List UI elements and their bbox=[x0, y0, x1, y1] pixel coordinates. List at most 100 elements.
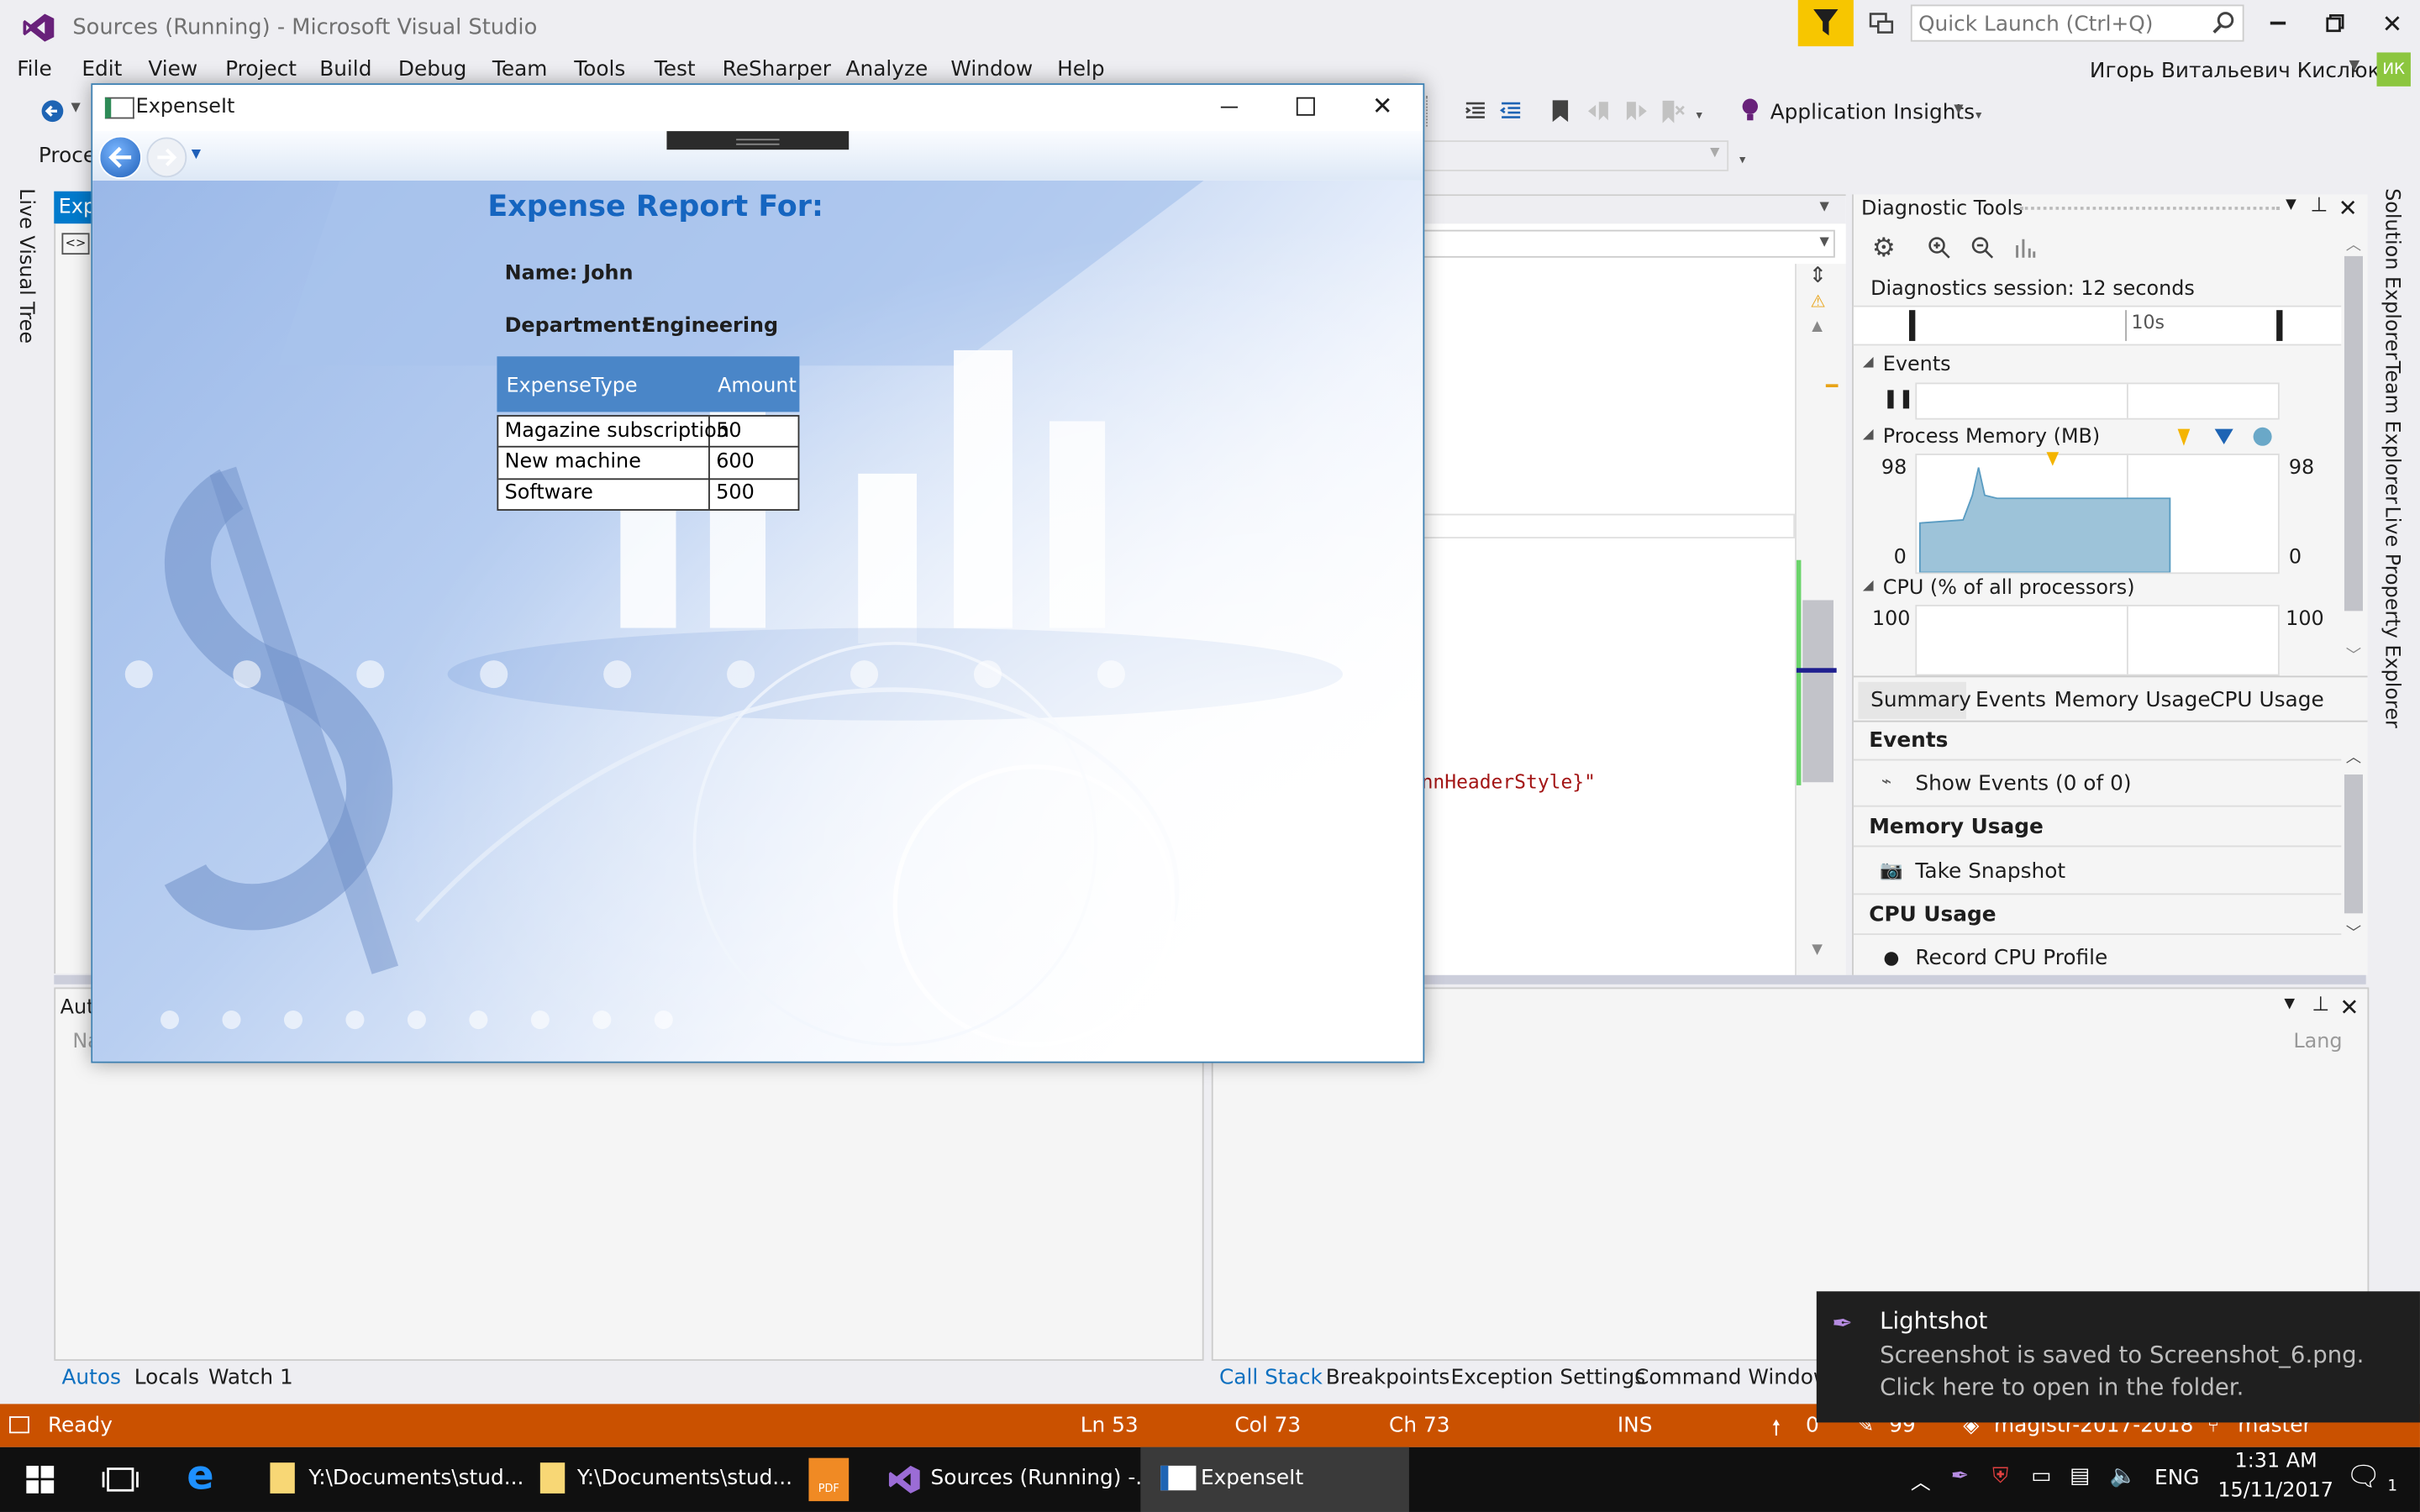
lightshot-notification[interactable]: ✒ Lightshot Screenshot is saved to Scree… bbox=[1816, 1291, 2420, 1423]
expense-data-grid[interactable]: ExpenseType Amount Magazine subscription… bbox=[497, 356, 800, 511]
action-center-icon[interactable]: 🗨 bbox=[2346, 1461, 2381, 1494]
settings-gear-icon[interactable]: ⚙ bbox=[1872, 233, 1896, 264]
feedback-filter-button[interactable] bbox=[1797, 0, 1854, 47]
network-icon[interactable]: ▤ bbox=[2070, 1464, 2090, 1488]
scroll-down-icon[interactable]: ﹀ bbox=[2346, 642, 2361, 664]
scroll-up-icon[interactable]: ︿ bbox=[2346, 743, 2361, 767]
live-property-explorer-tab[interactable]: Live Property Explorer bbox=[2380, 506, 2403, 727]
quick-launch-input[interactable] bbox=[1915, 8, 2215, 42]
live-visual-tree-tab[interactable]: Live Visual Tree bbox=[14, 188, 38, 344]
tab-memory-usage[interactable]: Memory Usage bbox=[2054, 688, 2211, 712]
tab-autos[interactable]: Autos bbox=[61, 1365, 121, 1389]
zoom-out-icon[interactable] bbox=[1970, 236, 1994, 260]
close-button[interactable]: ✕ bbox=[2375, 6, 2409, 39]
toolbar-overflow-icon-3[interactable]: ▾ bbox=[1739, 153, 1745, 167]
task-view-icon[interactable] bbox=[102, 1466, 139, 1494]
minimize-button[interactable] bbox=[2261, 6, 2295, 39]
menu-file[interactable]: File bbox=[17, 57, 51, 81]
scroll-up-icon[interactable]: ▲ bbox=[1812, 319, 1823, 334]
scroll-up-icon[interactable]: ︿ bbox=[2346, 232, 2361, 255]
code-editor[interactable]: ▼ ▼ nnHeaderStyle}" ⇕ ⚠ ▲ ▼ bbox=[1421, 194, 1846, 977]
push-icon[interactable]: 🠕 bbox=[1772, 1413, 1781, 1448]
clock-date[interactable]: 15/11/2017 bbox=[2217, 1479, 2333, 1503]
pdf-app-icon[interactable]: PDF bbox=[808, 1457, 850, 1502]
tab-exception-settings[interactable]: Exception Settings bbox=[1450, 1365, 1645, 1389]
scroll-down-icon[interactable]: ﹀ bbox=[2346, 920, 2361, 942]
timeline-ruler[interactable]: 10s bbox=[1853, 305, 2342, 346]
taskbar-item-explorer-2[interactable]: Y:\Documents\stud... bbox=[522, 1447, 792, 1512]
memory-graph[interactable] bbox=[1915, 452, 2280, 575]
editor-scrollbar[interactable]: ⇕ ⚠ ▲ ▼ bbox=[1795, 264, 1846, 977]
back-dropdown-icon[interactable]: ▼ bbox=[71, 100, 80, 114]
clear-bookmarks-icon[interactable] bbox=[1660, 99, 1685, 123]
bookmark-icon[interactable] bbox=[1549, 99, 1571, 123]
menu-tools[interactable]: Tools bbox=[574, 57, 625, 81]
scroll-thumb[interactable] bbox=[2344, 255, 2363, 612]
xaml-view-icon[interactable]: <> bbox=[61, 233, 90, 255]
tab-overflow-icon[interactable]: ▼ bbox=[1819, 199, 1828, 213]
tab-call-stack[interactable]: Call Stack bbox=[1219, 1365, 1323, 1389]
notifications-icon[interactable] bbox=[1867, 9, 1895, 37]
taskbar-item-visual-studio[interactable]: Sources (Running) -... bbox=[872, 1447, 1155, 1512]
panel-menu-icon[interactable]: ▼ bbox=[2286, 197, 2296, 213]
tab-summary[interactable]: Summary bbox=[1870, 688, 1971, 712]
column-header-amount[interactable]: Amount bbox=[718, 375, 797, 398]
close-icon[interactable]: ✕ bbox=[2338, 194, 2358, 222]
volume-icon[interactable]: 🔈 bbox=[2110, 1464, 2137, 1488]
restore-button[interactable] bbox=[2318, 6, 2352, 39]
minimize-button[interactable] bbox=[1220, 106, 1239, 108]
pause-icon[interactable]: ❚❚ bbox=[1883, 387, 1914, 409]
grid-cell-amount[interactable]: 50 bbox=[710, 417, 741, 448]
split-icon[interactable]: ⇕ bbox=[1809, 264, 1828, 288]
warning-icon[interactable]: ⚠ bbox=[1810, 291, 1825, 312]
take-snapshot-button[interactable]: Take Snapshot bbox=[1915, 859, 2065, 884]
menu-debug[interactable]: Debug bbox=[398, 57, 467, 81]
grid-cell-type[interactable]: Software bbox=[498, 478, 593, 509]
menu-resharper[interactable]: ReSharper bbox=[723, 57, 831, 81]
menu-edit[interactable]: Edit bbox=[82, 57, 122, 81]
menu-view[interactable]: View bbox=[148, 57, 197, 81]
collapse-events-icon[interactable]: ◢ bbox=[1863, 354, 1874, 370]
toolbar-overflow-icon[interactable]: ▾ bbox=[1697, 108, 1702, 123]
reset-zoom-icon[interactable] bbox=[2014, 236, 2038, 260]
user-avatar[interactable]: ИК bbox=[2376, 52, 2411, 87]
grid-cell-type[interactable]: Magazine subscription bbox=[498, 417, 729, 448]
tab-locals[interactable]: Locals bbox=[134, 1365, 199, 1389]
battery-icon[interactable]: ▭ bbox=[2031, 1464, 2051, 1488]
indent-icon[interactable] bbox=[1463, 99, 1487, 123]
navigation-history-dropdown-icon[interactable]: ▼ bbox=[192, 146, 201, 160]
user-name[interactable]: Игорь Витальевич Кислюк bbox=[2090, 59, 2381, 83]
column-header-expense-type[interactable]: ExpenseType bbox=[506, 375, 637, 398]
close-icon[interactable]: ✕ bbox=[2339, 994, 2359, 1021]
lightshot-tray-icon[interactable]: ✒ bbox=[1951, 1464, 1970, 1488]
back-navigate-icon[interactable] bbox=[40, 99, 65, 123]
expenseit-title-bar[interactable]: ExpenseIt ✕ bbox=[92, 85, 1423, 132]
menu-analyze[interactable]: Analyze bbox=[846, 57, 929, 81]
show-hidden-icons[interactable]: ︿ bbox=[1911, 1466, 1931, 1495]
clock-time[interactable]: 1:31 AM bbox=[2235, 1450, 2317, 1473]
team-explorer-tab[interactable]: Team Explorer bbox=[2380, 361, 2403, 504]
collapse-cpu-icon[interactable]: ◢ bbox=[1863, 579, 1874, 594]
pin-icon[interactable]: ⊥ bbox=[2312, 994, 2329, 1017]
scroll-thumb[interactable] bbox=[1802, 600, 1833, 783]
grid-cell-type[interactable]: New machine bbox=[498, 448, 641, 479]
menu-test[interactable]: Test bbox=[655, 57, 696, 81]
zoom-in-icon[interactable] bbox=[1928, 236, 1951, 260]
tab-events[interactable]: Events bbox=[1975, 688, 2046, 712]
back-button[interactable] bbox=[98, 135, 142, 180]
scroll-thumb[interactable] bbox=[2344, 774, 2363, 914]
tab-command-window[interactable]: Command Window bbox=[1634, 1365, 1830, 1389]
diag-scrollbar[interactable]: ︿ ﹀ bbox=[2341, 228, 2365, 676]
grid-cell-amount[interactable]: 500 bbox=[710, 478, 755, 509]
taskbar-item-explorer-1[interactable]: Y:\Documents\stud... bbox=[253, 1447, 523, 1512]
close-button[interactable]: ✕ bbox=[1372, 91, 1393, 120]
menu-help[interactable]: Help bbox=[1057, 57, 1105, 81]
next-bookmark-icon[interactable] bbox=[1623, 99, 1648, 123]
previous-bookmark-icon[interactable] bbox=[1586, 99, 1611, 123]
cpu-graph[interactable] bbox=[1915, 604, 2280, 676]
pin-icon[interactable]: ⊥ bbox=[2311, 194, 2328, 218]
panel-menu-icon[interactable]: ▼ bbox=[2284, 997, 2295, 1012]
antivirus-tray-icon[interactable]: ⛨ bbox=[1992, 1464, 2008, 1488]
application-insights-button[interactable]: Application Insights bbox=[1770, 100, 1975, 124]
summary-scrollbar[interactable]: ︿ ﹀ bbox=[2341, 738, 2365, 953]
